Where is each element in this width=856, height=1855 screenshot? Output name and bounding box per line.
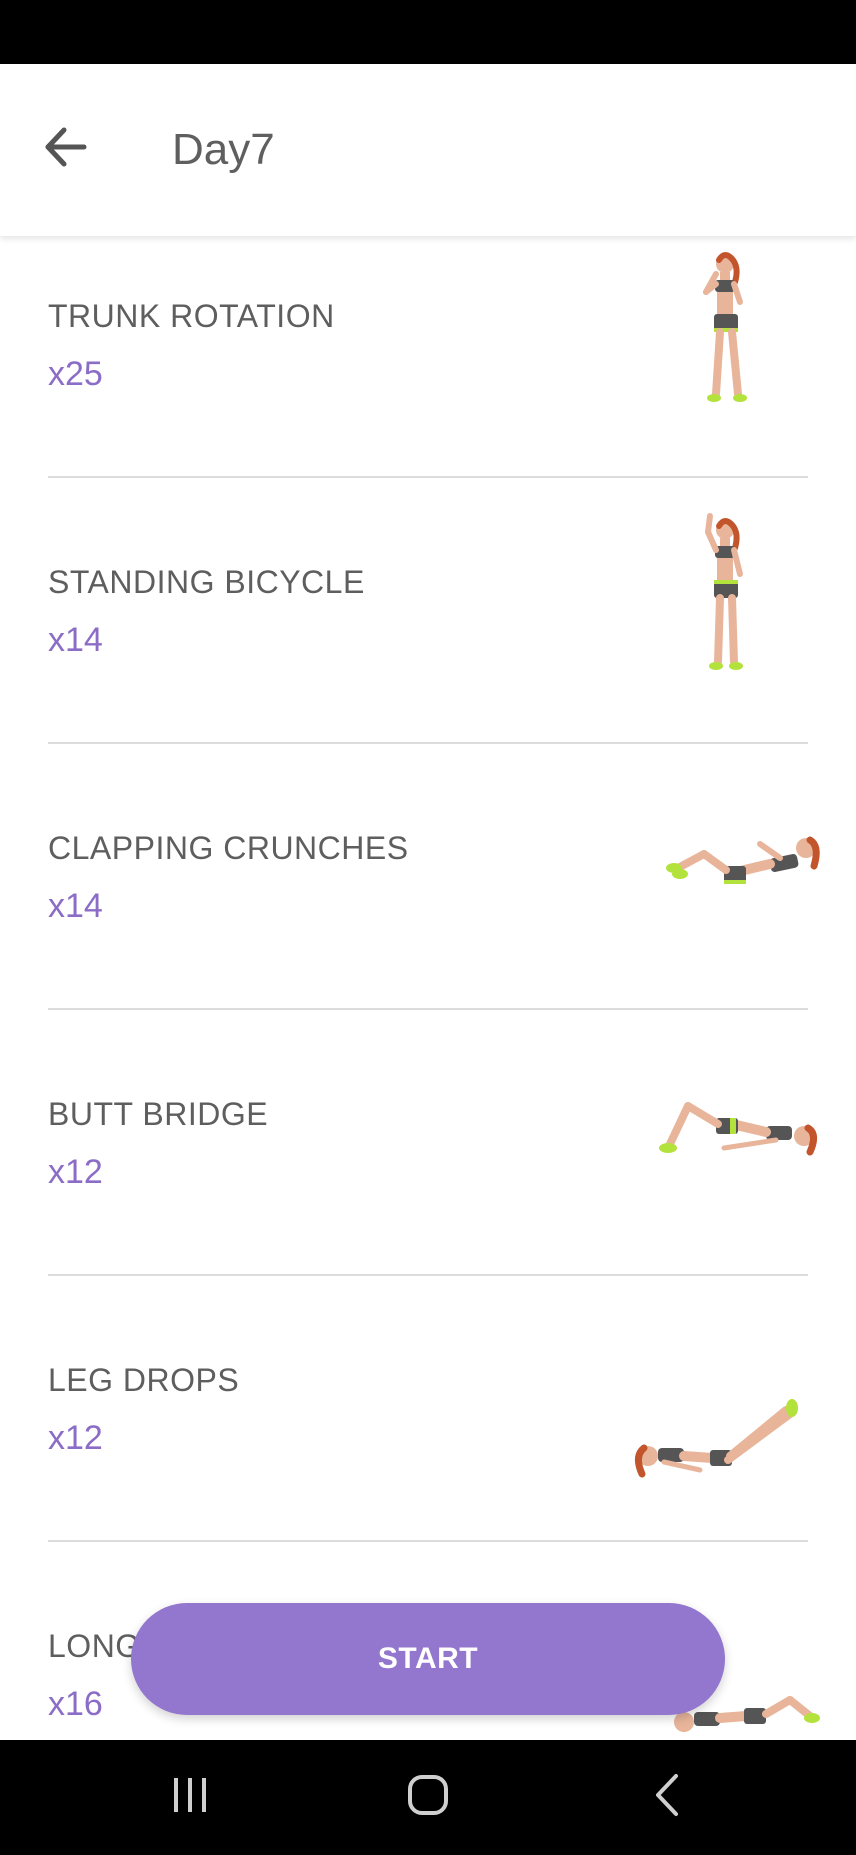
exercise-name: TRUNK ROTATION bbox=[48, 298, 335, 334]
recent-apps-icon bbox=[174, 1778, 206, 1812]
exercise-row[interactable]: TRUNK ROTATION x25 bbox=[0, 236, 856, 502]
exercise-list[interactable]: TRUNK ROTATION x25 STANDING BICYCLE x14 bbox=[0, 236, 856, 1739]
divider bbox=[48, 1540, 808, 1542]
exercise-illustration bbox=[666, 836, 820, 884]
exercise-reps: x14 bbox=[48, 621, 103, 659]
home-icon bbox=[408, 1775, 448, 1815]
start-button[interactable]: START bbox=[131, 1603, 725, 1715]
exercise-illustration bbox=[703, 252, 747, 402]
exercise-reps: x16 bbox=[48, 1685, 103, 1723]
exercise-row[interactable]: LEG DROPS x12 bbox=[0, 1300, 856, 1566]
divider bbox=[48, 742, 808, 744]
exercise-reps: x25 bbox=[48, 355, 103, 393]
divider bbox=[48, 1008, 808, 1010]
exercise-row[interactable]: BUTT BRIDGE x12 bbox=[0, 1034, 856, 1300]
system-nav-bar bbox=[0, 1740, 856, 1855]
exercise-illustration bbox=[635, 1399, 798, 1478]
exercise-name: CLAPPING CRUNCHES bbox=[48, 830, 409, 866]
home-button[interactable] bbox=[388, 1760, 468, 1830]
start-button-label: START bbox=[377, 1642, 479, 1675]
exercise-reps: x12 bbox=[48, 1153, 103, 1191]
exercise-row[interactable]: CLAPPING CRUNCHES x14 bbox=[0, 768, 856, 1034]
exercise-reps: x14 bbox=[48, 887, 103, 925]
back-nav-button[interactable] bbox=[628, 1760, 708, 1830]
exercise-row[interactable]: STANDING BICYCLE x14 bbox=[0, 502, 856, 768]
exercise-illustration bbox=[659, 1102, 817, 1156]
recent-apps-button[interactable] bbox=[150, 1760, 230, 1830]
exercise-name: LONG bbox=[48, 1628, 141, 1664]
arrow-left-icon bbox=[45, 127, 87, 167]
status-bar bbox=[0, 0, 856, 64]
app-bar bbox=[0, 64, 856, 236]
exercise-name: STANDING BICYCLE bbox=[48, 564, 365, 600]
exercise-name: BUTT BRIDGE bbox=[48, 1096, 269, 1132]
exercise-illustration bbox=[705, 513, 743, 670]
page-title: Day7 bbox=[172, 125, 275, 174]
divider bbox=[48, 476, 808, 478]
back-nav-icon bbox=[656, 1774, 678, 1816]
exercise-reps: x12 bbox=[48, 1419, 103, 1457]
exercise-name: LEG DROPS bbox=[48, 1362, 240, 1398]
divider bbox=[48, 1274, 808, 1276]
back-button[interactable] bbox=[36, 116, 98, 178]
